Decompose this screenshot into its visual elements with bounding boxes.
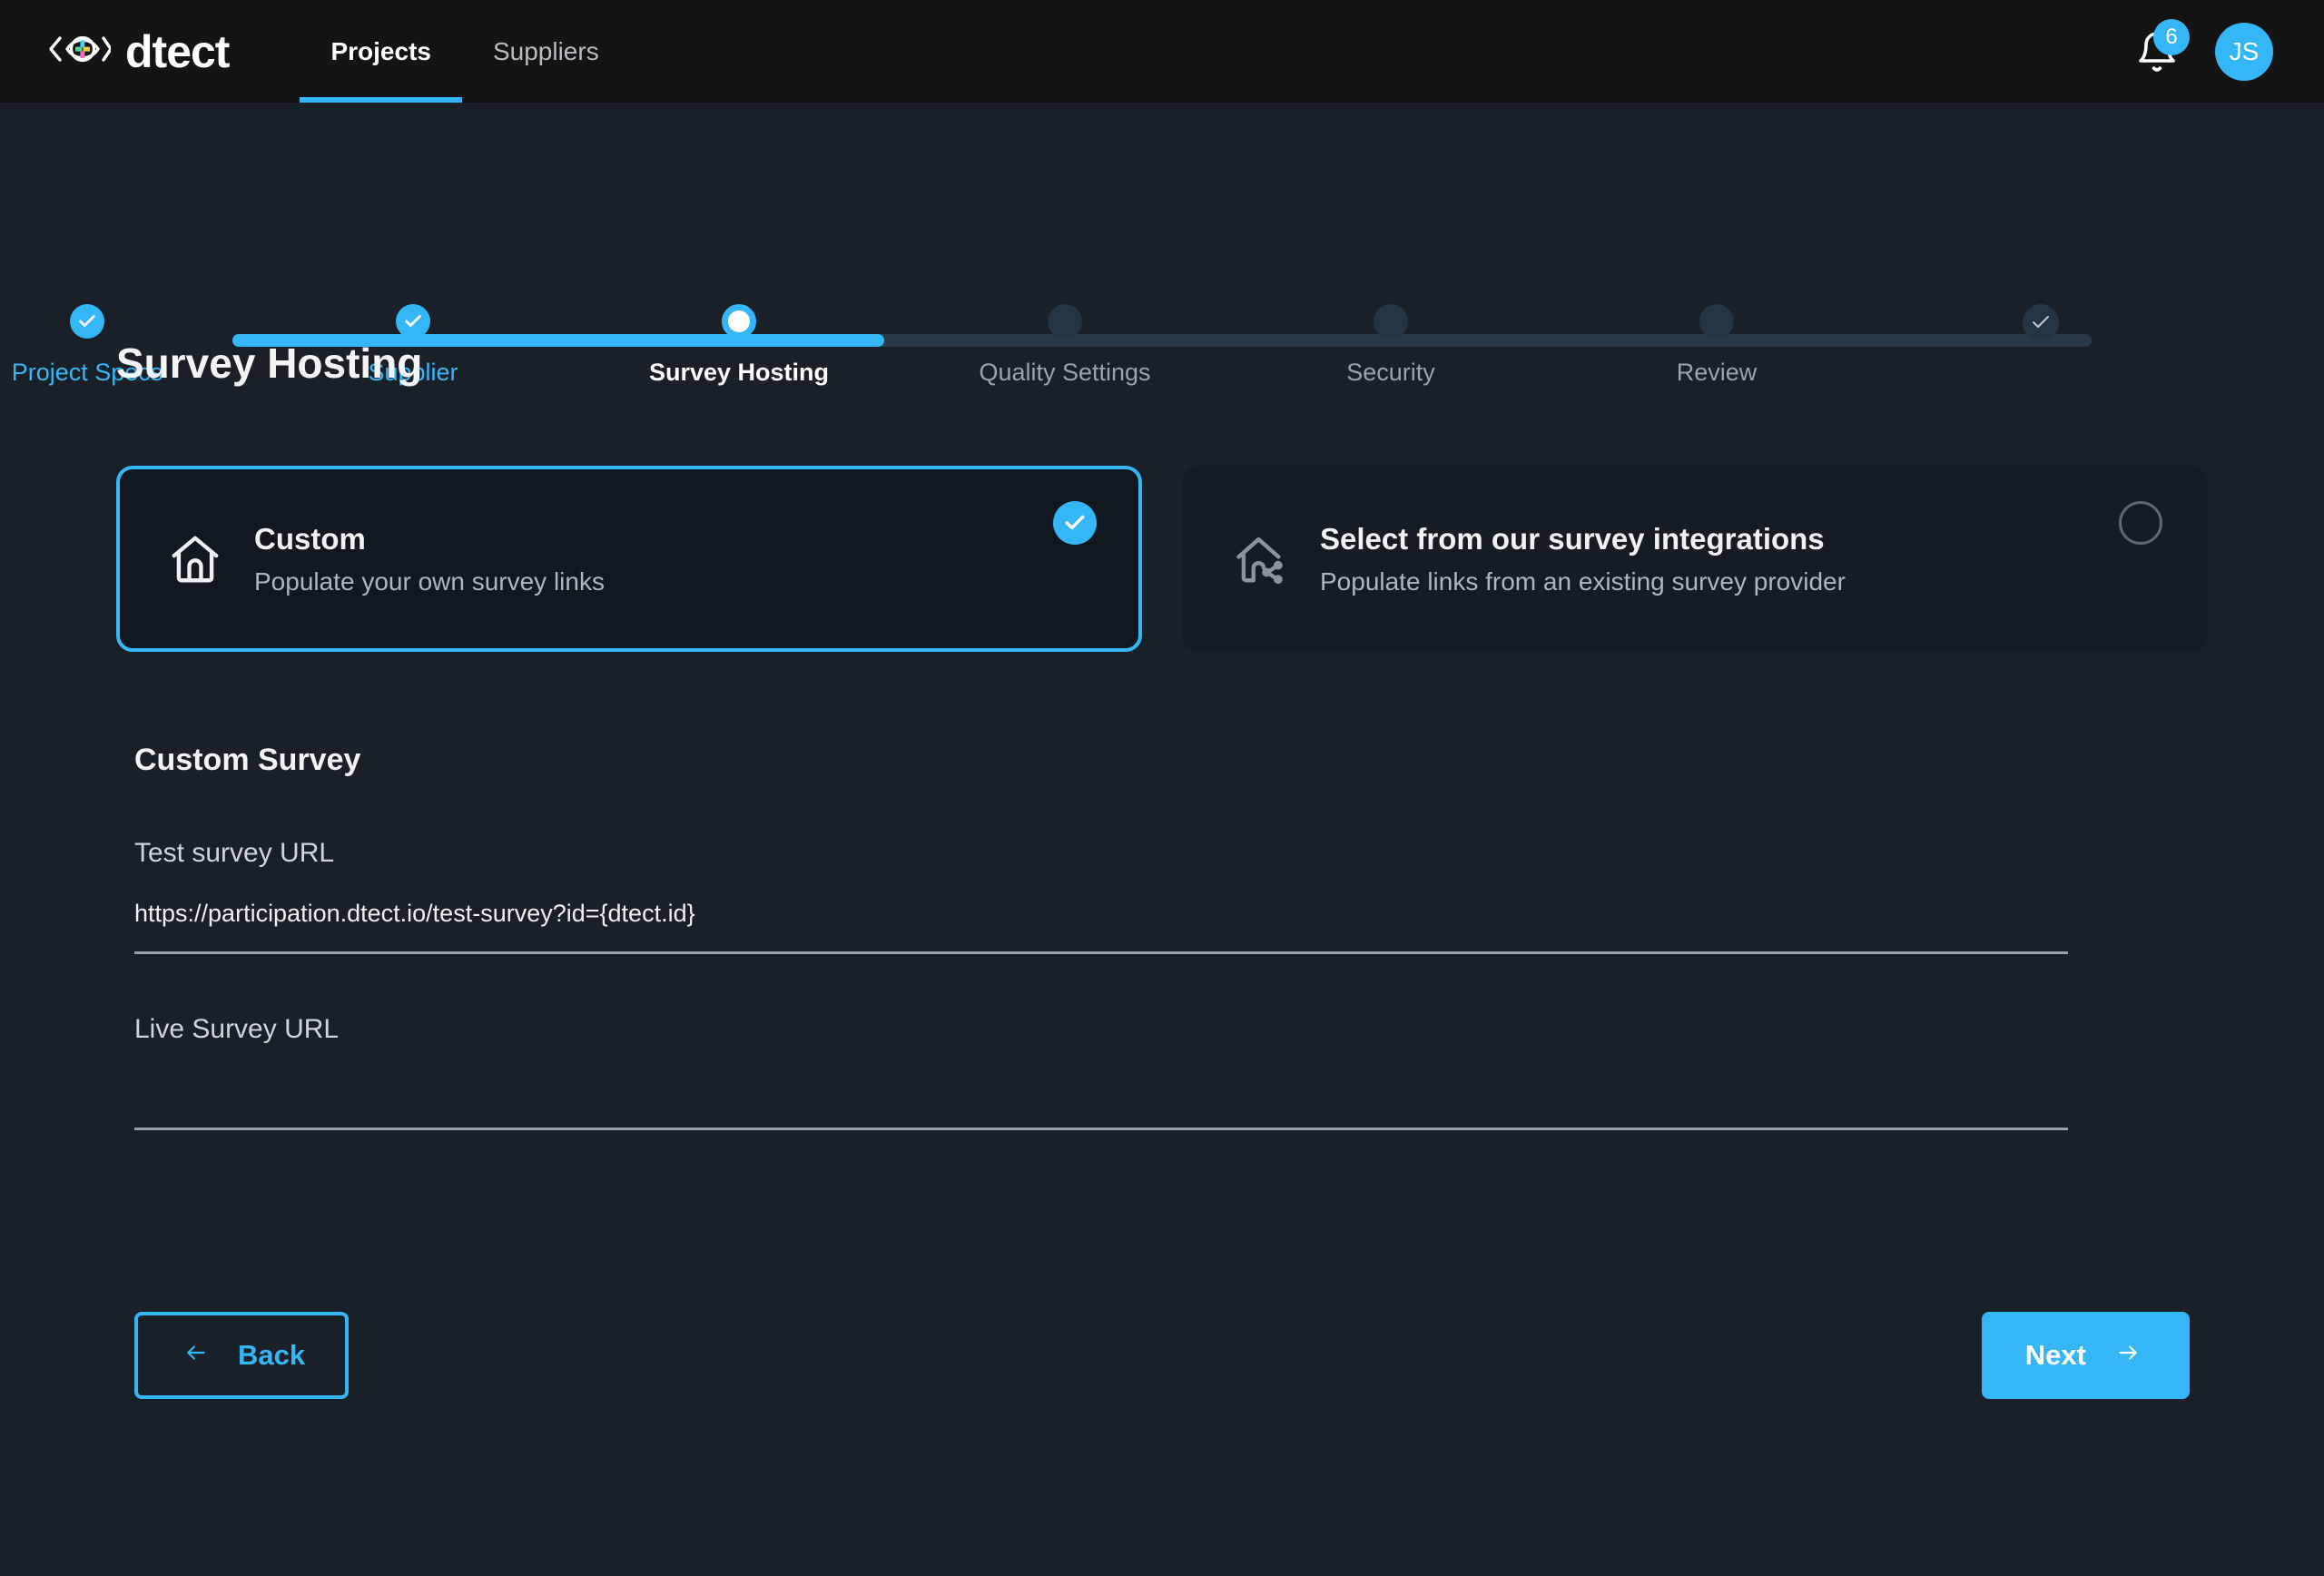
step-dot-current [722, 304, 756, 339]
brand-name: dtect [125, 25, 230, 77]
option-subtitle: Populate your own survey links [254, 566, 605, 596]
notifications-button[interactable]: 6 [2135, 18, 2190, 77]
next-button[interactable]: Next [1981, 1312, 2190, 1399]
step-end-marker [1896, 304, 2186, 340]
check-icon [405, 315, 421, 327]
avatar-initials: JS [2229, 36, 2260, 65]
option-card-custom[interactable]: Custom Populate your own survey links [116, 466, 1142, 652]
option-card-text: Select from our survey integrations Popu… [1320, 522, 1846, 596]
next-button-label: Next [2024, 1339, 2086, 1371]
progress-stepper: Project Specs Supplier Survey Hosting Qu… [12, 159, 2208, 386]
step-dot-done [396, 304, 430, 339]
page-title: Survey Hosting [116, 340, 423, 387]
notification-count-badge: 6 [2153, 18, 2190, 55]
arrow-right-icon [2110, 1339, 2146, 1372]
tab-projects[interactable]: Projects [300, 0, 462, 103]
field-test-survey-url: Test survey URL [134, 838, 2208, 954]
option-subtitle: Populate links from an existing survey p… [1320, 566, 1846, 596]
option-selected-check[interactable] [1053, 501, 1097, 545]
nav-tabs: Projects Suppliers [300, 0, 629, 103]
check-icon [2033, 316, 2049, 328]
check-icon [79, 315, 95, 327]
test-survey-url-input[interactable] [134, 896, 2068, 954]
step-dot-todo [1048, 304, 1082, 339]
option-card-integrations[interactable]: Select from our survey integrations Popu… [1182, 466, 2208, 652]
arrow-left-icon [178, 1339, 214, 1372]
step-dot-todo [1699, 304, 1734, 339]
option-card-text: Custom Populate your own survey links [254, 522, 605, 596]
wizard-footer: Back Next [134, 1312, 2208, 1399]
field-label: Live Survey URL [134, 1014, 340, 1044]
check-icon [1065, 515, 1085, 530]
step-dot-done [70, 304, 104, 339]
field-label: Test survey URL [134, 838, 335, 868]
step-dot-todo [1374, 304, 1408, 339]
step-dot-end [2023, 304, 2059, 340]
live-survey-url-input[interactable] [134, 1072, 2068, 1130]
eye-plus-logo-icon [47, 25, 113, 77]
topbar-actions: 6 JS [2135, 18, 2273, 81]
section-title-custom-survey: Custom Survey [134, 743, 361, 777]
tab-suppliers[interactable]: Suppliers [462, 0, 630, 103]
option-title: Select from our survey integrations [1320, 521, 1825, 556]
option-radio-empty[interactable] [2119, 501, 2162, 545]
field-live-survey-url: Live Survey URL [134, 1014, 2208, 1130]
page-content: Survey Hosting Custom Populate your own … [0, 339, 2324, 1399]
tab-projects-label: Projects [330, 36, 431, 65]
back-button[interactable]: Back [134, 1312, 350, 1399]
option-title: Custom [254, 521, 366, 556]
tab-suppliers-label: Suppliers [492, 36, 599, 65]
brand-logo[interactable]: dtect [47, 25, 230, 77]
home-icon [167, 531, 223, 587]
bell-icon [2135, 31, 2179, 77]
back-button-label: Back [238, 1339, 306, 1371]
hosting-options: Custom Populate your own survey links Se… [116, 466, 2208, 652]
home-share-icon [1233, 531, 1289, 587]
top-navigation-bar: dtect Projects Suppliers 6 JS [0, 0, 2324, 103]
avatar[interactable]: JS [2215, 22, 2273, 81]
